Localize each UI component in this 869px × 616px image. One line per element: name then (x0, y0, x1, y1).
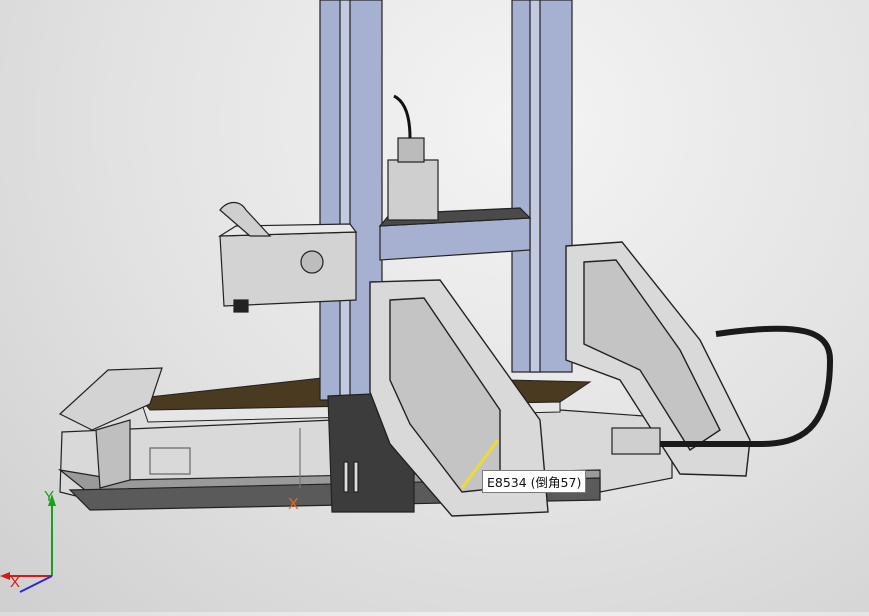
axis-x-label: X (10, 574, 21, 591)
coordinate-triad (0, 494, 56, 593)
stepper-motor[interactable] (387, 94, 439, 221)
model-render[interactable] (0, 0, 869, 612)
power-port[interactable] (611, 427, 661, 455)
hover-tooltip: E8534 (倒角57) (482, 470, 587, 493)
cad-3d-viewport[interactable]: Y X X E8534 (倒角57) (0, 0, 869, 612)
axis-y-label: Y (44, 488, 55, 505)
origin-marker-label: X (288, 496, 299, 513)
